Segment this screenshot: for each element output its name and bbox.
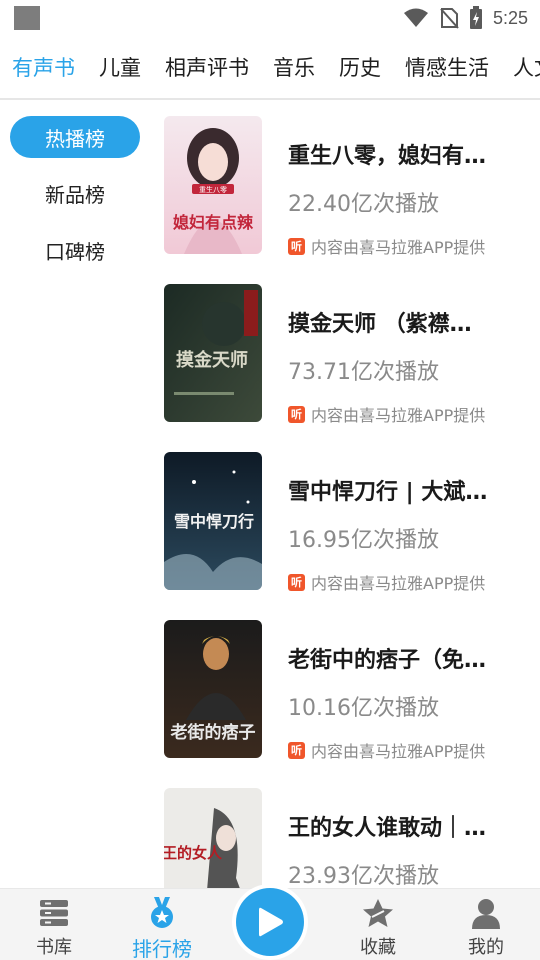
library-icon bbox=[40, 900, 68, 926]
cover-badge: 重生八零 bbox=[199, 185, 227, 194]
play-count: 16.95亿次播放 bbox=[288, 528, 439, 553]
book-item[interactable]: 重生八零 媳妇有点辣 重生八零，媳妇有… 22.40亿次播放 听 内容由喜马拉雅… bbox=[164, 116, 540, 258]
play-icon bbox=[259, 907, 283, 937]
source-text: 内容由喜马拉雅APP提供 bbox=[311, 406, 486, 425]
source-text: 内容由喜马拉雅APP提供 bbox=[311, 574, 486, 593]
book-item[interactable]: 雪中悍刀行 雪中悍刀行 | 大斌… 16.95亿次播放 听 内容由喜马拉雅APP… bbox=[164, 452, 540, 594]
battery-charging-icon bbox=[469, 6, 482, 29]
cover-title-art: 媳妇有点辣 bbox=[173, 213, 254, 232]
tab-children[interactable]: 儿童 bbox=[99, 52, 141, 82]
favorites-star-icon bbox=[363, 899, 393, 927]
ranking-medal-icon bbox=[151, 897, 173, 928]
tab-audiobook[interactable]: 有声书 bbox=[12, 52, 75, 82]
cover-title-art: 老街的痞子 bbox=[170, 722, 256, 743]
book-cover: 重生八零 媳妇有点辣 bbox=[164, 116, 262, 254]
book-title: 雪中悍刀行 | 大斌… bbox=[288, 480, 488, 505]
notification-icon bbox=[14, 6, 40, 30]
tabs-divider bbox=[0, 98, 540, 100]
book-cover: 雪中悍刀行 bbox=[164, 452, 262, 590]
ximalaya-listen-icon: 听 bbox=[288, 573, 305, 591]
tab-humanities[interactable]: 人文 bbox=[513, 52, 540, 82]
profile-user-icon bbox=[472, 899, 500, 929]
book-cover: 摸金天师 bbox=[164, 284, 262, 422]
nav-library[interactable]: 书库 bbox=[4, 889, 104, 960]
clock: 5:25 bbox=[492, 7, 528, 28]
tab-music[interactable]: 音乐 bbox=[273, 52, 315, 82]
nav-favorites[interactable]: 收藏 bbox=[328, 889, 428, 960]
book-title: 重生八零，媳妇有… bbox=[288, 144, 487, 169]
no-sim-icon bbox=[440, 8, 459, 29]
ximalaya-listen-icon: 听 bbox=[288, 237, 305, 255]
ranking-hot[interactable]: 热播榜 bbox=[10, 116, 140, 158]
tab-emotion-life[interactable]: 情感生活 bbox=[405, 52, 489, 82]
source-note: 听 内容由喜马拉雅APP提供 bbox=[288, 570, 485, 594]
ranking-reputation[interactable]: 口碑榜 bbox=[10, 229, 140, 271]
category-tabs: 有声书 儿童 相声评书 音乐 历史 情感生活 人文 bbox=[0, 36, 540, 98]
source-note: 听 内容由喜马拉雅APP提供 bbox=[288, 402, 485, 426]
play-button[interactable] bbox=[236, 888, 304, 956]
nav-ranking[interactable]: 排行榜 bbox=[112, 889, 212, 960]
play-count: 73.71亿次播放 bbox=[288, 360, 439, 385]
book-title: 摸金天师 （紫襟… bbox=[288, 312, 472, 337]
tab-history[interactable]: 历史 bbox=[339, 52, 381, 82]
nav-profile[interactable]: 我的 bbox=[436, 889, 536, 960]
wifi-icon bbox=[403, 8, 428, 27]
nav-label: 我的 bbox=[468, 937, 504, 958]
source-note: 听 内容由喜马拉雅APP提供 bbox=[288, 738, 485, 762]
source-text: 内容由喜马拉雅APP提供 bbox=[311, 238, 486, 257]
book-item[interactable]: 摸金天师 摸金天师 （紫襟… 73.71亿次播放 听 内容由喜马拉雅APP提供 bbox=[164, 284, 540, 426]
play-count: 10.16亿次播放 bbox=[288, 696, 439, 721]
nav-label: 收藏 bbox=[360, 937, 396, 958]
cover-title-art: 摸金天师 bbox=[176, 349, 248, 371]
source-text: 内容由喜马拉雅APP提供 bbox=[311, 742, 486, 761]
book-title: 老街中的痞子（免… bbox=[288, 648, 487, 673]
cover-title-art: 雪中悍刀行 bbox=[174, 512, 254, 531]
ximalaya-listen-icon: 听 bbox=[288, 741, 305, 759]
status-bar: 5:25 bbox=[0, 0, 540, 36]
ximalaya-listen-icon: 听 bbox=[288, 405, 305, 423]
nav-label: 书库 bbox=[36, 937, 72, 958]
play-count: 23.93亿次播放 bbox=[288, 864, 439, 889]
book-cover: 老街的痞子 bbox=[164, 620, 262, 758]
nav-label: 排行榜 bbox=[132, 937, 192, 960]
book-item[interactable]: 老街的痞子 老街中的痞子（免… 10.16亿次播放 听 内容由喜马拉雅APP提供 bbox=[164, 620, 540, 762]
ranking-new[interactable]: 新品榜 bbox=[10, 172, 140, 214]
tab-crosstalk[interactable]: 相声评书 bbox=[165, 52, 249, 82]
cover-title-art: 王的女人 bbox=[164, 844, 223, 862]
source-note: 听 内容由喜马拉雅APP提供 bbox=[288, 234, 485, 258]
play-count: 22.40亿次播放 bbox=[288, 192, 439, 217]
book-title: 王的女人谁敢动｜… bbox=[288, 816, 487, 841]
